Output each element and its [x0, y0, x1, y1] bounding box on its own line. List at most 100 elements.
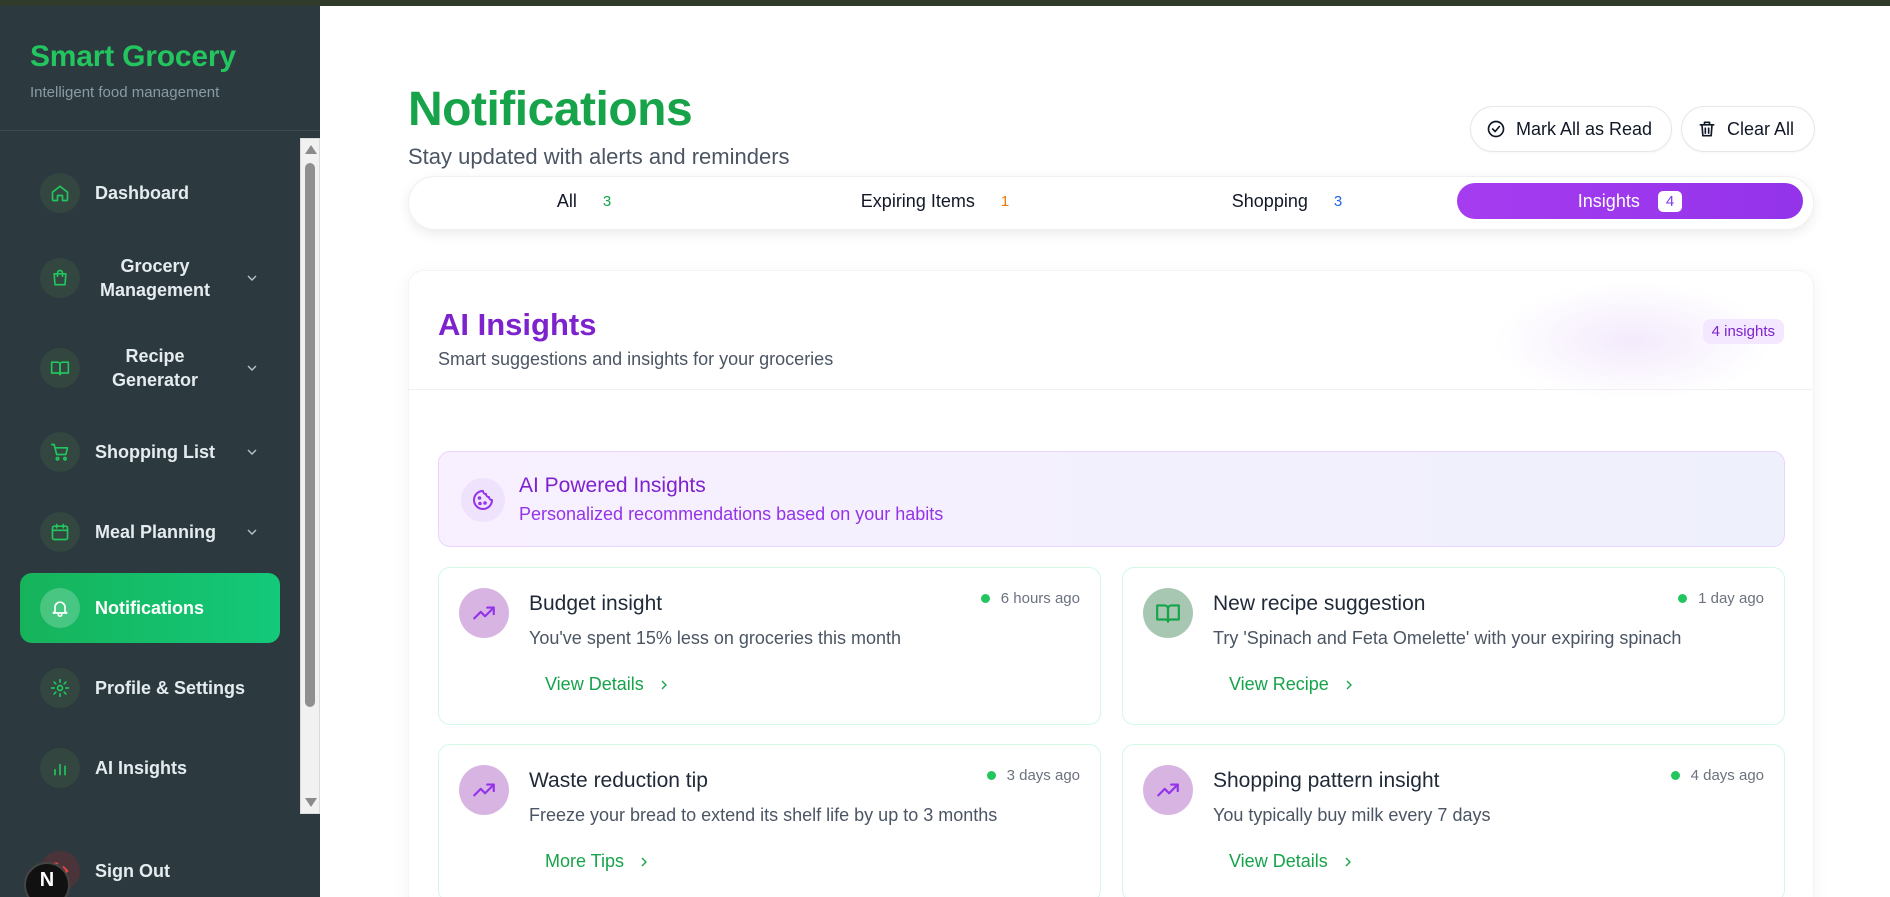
trending-up-icon	[1143, 765, 1193, 815]
sidebar-item-notifications[interactable]: Notifications	[20, 573, 280, 643]
status-dot	[980, 594, 990, 603]
banner-subtitle: Personalized recommendations based on yo…	[519, 504, 944, 524]
card-title: Shopping pattern insight	[1213, 769, 1440, 792]
scroll-thumb[interactable]	[305, 163, 315, 707]
sidebar-item-dashboard[interactable]: Dashboard	[20, 158, 280, 228]
sidebar: Smart Grocery Intelligent food managemen…	[0, 6, 320, 897]
book-open-icon	[40, 348, 80, 388]
trash-icon	[1699, 121, 1715, 137]
tab-count: 1	[1000, 192, 1010, 210]
panel-subtitle: Smart suggestions and insights for your …	[438, 349, 834, 369]
tab-all[interactable]: All 3	[409, 183, 759, 219]
card-description: You typically buy milk every 7 days	[1213, 805, 1491, 825]
sidebar-item-meal-planning[interactable]: Meal Planning	[20, 497, 280, 567]
card-timestamp: 1 day ago	[1678, 590, 1764, 607]
bell-icon	[40, 588, 80, 628]
mark-all-read-button[interactable]: Mark All as Read	[1470, 106, 1672, 152]
bar-chart-icon	[40, 748, 80, 788]
sidebar-item-grocery-management[interactable]: Grocery Management	[20, 243, 280, 313]
page-subtitle: Stay updated with alerts and reminders	[408, 144, 790, 169]
home-icon	[40, 173, 80, 213]
card-time-text: 3 days ago	[1006, 767, 1080, 784]
chevron-right-icon	[661, 680, 667, 689]
mark-all-read-label: Mark All as Read	[1516, 118, 1653, 139]
chevron-down-icon[interactable]	[244, 524, 260, 540]
sidebar-item-label: Profile & Settings	[95, 678, 246, 698]
card-time-text: 4 days ago	[1690, 767, 1764, 784]
sign-out-label: Sign Out	[95, 861, 170, 881]
ai-powered-banner: AI Powered Insights Personalized recomme…	[438, 451, 1785, 547]
trending-up-icon	[459, 588, 509, 638]
card-timestamp: 4 days ago	[1670, 767, 1764, 784]
chevron-down-icon[interactable]	[244, 270, 260, 286]
book-open-icon	[1143, 588, 1193, 638]
view-recipe-link[interactable]: View Recipe	[1229, 674, 1357, 695]
clear-all-label: Clear All	[1727, 118, 1795, 139]
tab-count: 3	[602, 192, 612, 210]
tab-shopping[interactable]: Shopping 3	[1111, 183, 1463, 219]
card-link-label: View Recipe	[1229, 674, 1329, 694]
insight-card-budget: Budget insight 6 hours ago You've spent …	[438, 567, 1101, 725]
view-details-link[interactable]: View Details	[545, 674, 672, 695]
chevron-down-icon[interactable]	[244, 360, 260, 376]
sidebar-item-label: Grocery Management	[99, 256, 211, 300]
view-details-link[interactable]: View Details	[1229, 851, 1356, 872]
tab-insights[interactable]: Insights 4	[1457, 183, 1803, 219]
card-link-label: View Details	[1229, 851, 1328, 871]
sidebar-item-label: Meal Planning	[95, 522, 217, 542]
sidebar-item-label: AI Insights	[95, 758, 188, 778]
clear-all-button[interactable]: Clear All	[1681, 106, 1815, 152]
scroll-down-arrow-icon[interactable]	[305, 798, 317, 807]
cookie-icon	[461, 478, 505, 522]
sidebar-scrollbar[interactable]	[300, 138, 320, 814]
check-circle-icon	[1487, 120, 1505, 138]
gear-icon	[40, 668, 80, 708]
card-timestamp: 3 days ago	[986, 767, 1080, 784]
sidebar-item-ai-insights[interactable]: AI Insights	[20, 733, 280, 803]
tab-count: 3	[1333, 192, 1343, 210]
shopping-bag-icon	[40, 258, 80, 298]
tab-label: Shopping	[1231, 190, 1308, 211]
card-timestamp: 6 hours ago	[980, 590, 1080, 607]
more-tips-link[interactable]: More Tips	[545, 851, 652, 872]
brand-subtitle: Intelligent food management	[30, 84, 220, 101]
tab-label: All	[556, 190, 577, 211]
card-title: Budget insight	[529, 592, 663, 615]
sidebar-item-shopping-list[interactable]: Shopping List	[20, 417, 280, 487]
insight-card-waste: Waste reduction tip 3 days ago Freeze yo…	[438, 744, 1101, 897]
sidebar-nav: Dashboard Grocery Management Recipe Gene…	[0, 130, 300, 810]
sidebar-item-label: Shopping List	[95, 442, 215, 462]
cart-icon	[40, 432, 80, 472]
sidebar-item-label: Dashboard	[95, 183, 190, 203]
sidebar-item-profile-settings[interactable]: Profile & Settings	[20, 653, 280, 723]
sidebar-item-recipe-generator[interactable]: Recipe Generator	[20, 333, 280, 403]
sidebar-item-label: Recipe Generator	[111, 346, 199, 390]
card-title: Waste reduction tip	[529, 769, 708, 792]
tab-expiring-items[interactable]: Expiring Items 1	[759, 183, 1111, 219]
scroll-up-arrow-icon[interactable]	[305, 145, 317, 154]
card-time-text: 6 hours ago	[1000, 590, 1080, 607]
card-title: New recipe suggestion	[1213, 592, 1426, 615]
chevron-right-icon	[641, 857, 647, 866]
panel-divider	[409, 389, 1813, 390]
card-description: Try 'Spinach and Feta Omelette' with you…	[1213, 628, 1682, 648]
page-title: Notifications	[408, 83, 693, 136]
chevron-right-icon	[1346, 680, 1352, 689]
calendar-icon	[40, 512, 80, 552]
chevron-right-icon	[1345, 857, 1351, 866]
card-link-label: View Details	[545, 674, 644, 694]
trending-up-icon	[459, 765, 509, 815]
status-dot	[986, 771, 996, 780]
chevron-down-icon[interactable]	[244, 444, 260, 460]
status-dot	[1670, 771, 1680, 780]
tab-label: Insights	[1577, 190, 1640, 211]
sidebar-item-label: Notifications	[95, 598, 205, 618]
card-time-text: 1 day ago	[1698, 590, 1764, 607]
tab-label: Expiring Items	[860, 190, 975, 211]
insight-card-recipe: New recipe suggestion 1 day ago Try 'Spi…	[1122, 567, 1785, 725]
brand-title: Smart Grocery	[30, 40, 236, 73]
main-content: Notifications Stay updated with alerts a…	[320, 6, 1890, 897]
panel-title: AI Insights	[438, 307, 597, 342]
status-dot	[1678, 594, 1688, 603]
card-description: You've spent 15% less on groceries this …	[529, 628, 901, 648]
